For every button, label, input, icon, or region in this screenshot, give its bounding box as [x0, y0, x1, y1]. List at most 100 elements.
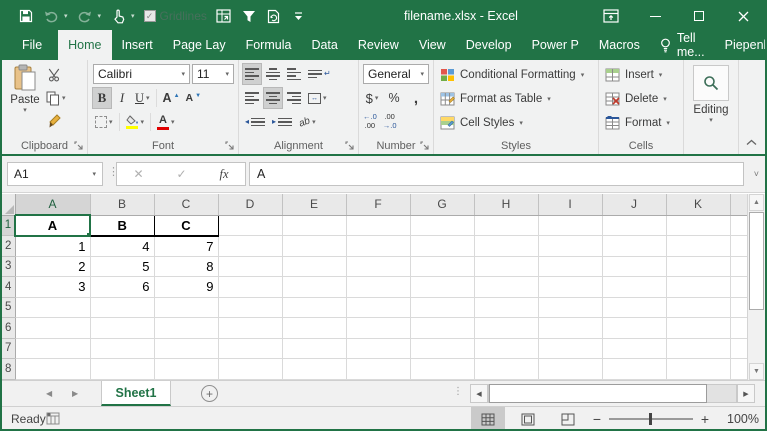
cell-A3[interactable]: 2: [15, 256, 90, 277]
cell-J6[interactable]: [602, 318, 666, 339]
cell-G8[interactable]: [410, 359, 474, 380]
row-header-3[interactable]: 3: [2, 256, 15, 277]
cell-styles-button[interactable]: Cell Styles ▾: [434, 111, 598, 135]
next-sheet-icon[interactable]: ▶: [72, 381, 78, 406]
cell-K2[interactable]: [666, 236, 730, 257]
column-header-A[interactable]: A: [15, 194, 90, 215]
enter-icon[interactable]: ✓: [176, 167, 186, 181]
cell-J2[interactable]: [602, 236, 666, 257]
column-header-J[interactable]: J: [602, 194, 666, 215]
account-name[interactable]: Piepenbrei...: [715, 30, 767, 60]
sheet-view-icon[interactable]: [216, 8, 232, 24]
cell-D6[interactable]: [218, 318, 282, 339]
cell-E7[interactable]: [282, 338, 346, 359]
touch-mouse-mode-icon[interactable]: [110, 8, 126, 24]
search-button[interactable]: [693, 65, 729, 101]
formula-input[interactable]: A: [249, 162, 744, 186]
cell-J4[interactable]: [602, 277, 666, 298]
conditional-formatting-button[interactable]: Conditional Formatting ▾: [434, 63, 598, 87]
increase-indent-button[interactable]: ▸: [270, 112, 294, 132]
cell-F2[interactable]: [346, 236, 410, 257]
cell-C3[interactable]: 8: [154, 256, 218, 277]
select-all-corner[interactable]: [2, 194, 15, 215]
delete-cells-button[interactable]: Delete ▾: [599, 87, 683, 111]
cell-F5[interactable]: [346, 297, 410, 318]
row-header-7[interactable]: 7: [2, 338, 15, 359]
cell-G2[interactable]: [410, 236, 474, 257]
cell-C1[interactable]: C: [154, 215, 218, 236]
underline-button[interactable]: U▾: [133, 88, 152, 108]
normal-view-button[interactable]: [471, 407, 505, 431]
cell-I4[interactable]: [538, 277, 602, 298]
cell-K4[interactable]: [666, 277, 730, 298]
tab-file[interactable]: File: [6, 30, 58, 60]
cell-C4[interactable]: 9: [154, 277, 218, 298]
font-color-button[interactable]: A ▾: [155, 112, 177, 132]
number-format-combo[interactable]: General▾: [363, 64, 429, 84]
tabbar-grip-icon[interactable]: ⋮: [453, 386, 463, 397]
cell-B7[interactable]: [90, 338, 154, 359]
tab-macros[interactable]: Macros: [589, 30, 650, 60]
cell-K7[interactable]: [666, 338, 730, 359]
insert-function-button[interactable]: fx: [219, 167, 228, 182]
copy-button[interactable]: ▾: [46, 87, 66, 109]
column-header-H[interactable]: H: [474, 194, 538, 215]
cell-F8[interactable]: [346, 359, 410, 380]
row-header-6[interactable]: 6: [2, 318, 15, 339]
zoom-out-button[interactable]: −: [591, 411, 603, 427]
column-header-K[interactable]: K: [666, 194, 730, 215]
tab-review[interactable]: Review: [348, 30, 409, 60]
cell-J7[interactable]: [602, 338, 666, 359]
tab-power-pivot[interactable]: Power P: [522, 30, 589, 60]
column-header-I[interactable]: I: [538, 194, 602, 215]
clipboard-dialog-launcher-icon[interactable]: [74, 141, 84, 151]
collapse-ribbon-icon[interactable]: [746, 139, 757, 146]
cell-D8[interactable]: [218, 359, 282, 380]
cell-K6[interactable]: [666, 318, 730, 339]
cell-G5[interactable]: [410, 297, 474, 318]
cell-I3[interactable]: [538, 256, 602, 277]
cell-A6[interactable]: [15, 318, 90, 339]
paste-button[interactable]: Paste ▾: [7, 64, 43, 114]
cell-B6[interactable]: [90, 318, 154, 339]
cell-K8[interactable]: [666, 359, 730, 380]
cell-B2[interactable]: 4: [90, 236, 154, 257]
editing-button[interactable]: Editing ▾: [684, 65, 738, 124]
cell-H2[interactable]: [474, 236, 538, 257]
sheet-tab-sheet1[interactable]: Sheet1: [101, 381, 171, 406]
number-dialog-launcher-icon[interactable]: [420, 141, 430, 151]
cell-H8[interactable]: [474, 359, 538, 380]
align-left-button[interactable]: [243, 88, 261, 108]
column-header-E[interactable]: E: [282, 194, 346, 215]
page-break-preview-button[interactable]: [551, 407, 585, 431]
bold-button[interactable]: B: [93, 88, 111, 108]
cell-E2[interactable]: [282, 236, 346, 257]
cut-button[interactable]: [48, 64, 62, 86]
page-layout-view-button[interactable]: [511, 407, 545, 431]
cell-G1[interactable]: [410, 215, 474, 236]
cell-C8[interactable]: [154, 359, 218, 380]
scroll-left-icon[interactable]: ◀: [470, 384, 488, 403]
save-icon[interactable]: [18, 8, 34, 24]
cell-F7[interactable]: [346, 338, 410, 359]
accounting-format-button[interactable]: $▾: [363, 88, 381, 108]
middle-align-button[interactable]: [264, 64, 282, 84]
column-header-C[interactable]: C: [154, 194, 218, 215]
cell-I6[interactable]: [538, 318, 602, 339]
font-dialog-launcher-icon[interactable]: [225, 141, 235, 151]
close-button[interactable]: [721, 2, 765, 30]
decrease-decimal-button[interactable]: .00→.0: [383, 113, 397, 130]
cell-H7[interactable]: [474, 338, 538, 359]
insert-cells-button[interactable]: Insert ▾: [599, 63, 683, 87]
column-header-D[interactable]: D: [218, 194, 282, 215]
cell-D7[interactable]: [218, 338, 282, 359]
minimize-button[interactable]: [633, 2, 677, 30]
cell-H3[interactable]: [474, 256, 538, 277]
cell-D1[interactable]: [218, 215, 282, 236]
cell-G3[interactable]: [410, 256, 474, 277]
refresh-document-icon[interactable]: [266, 8, 282, 24]
ribbon-display-options-button[interactable]: [589, 2, 633, 30]
row-header-4[interactable]: 4: [2, 277, 15, 298]
row-header-1[interactable]: 1: [2, 215, 15, 236]
zoom-slider[interactable]: [609, 418, 693, 420]
